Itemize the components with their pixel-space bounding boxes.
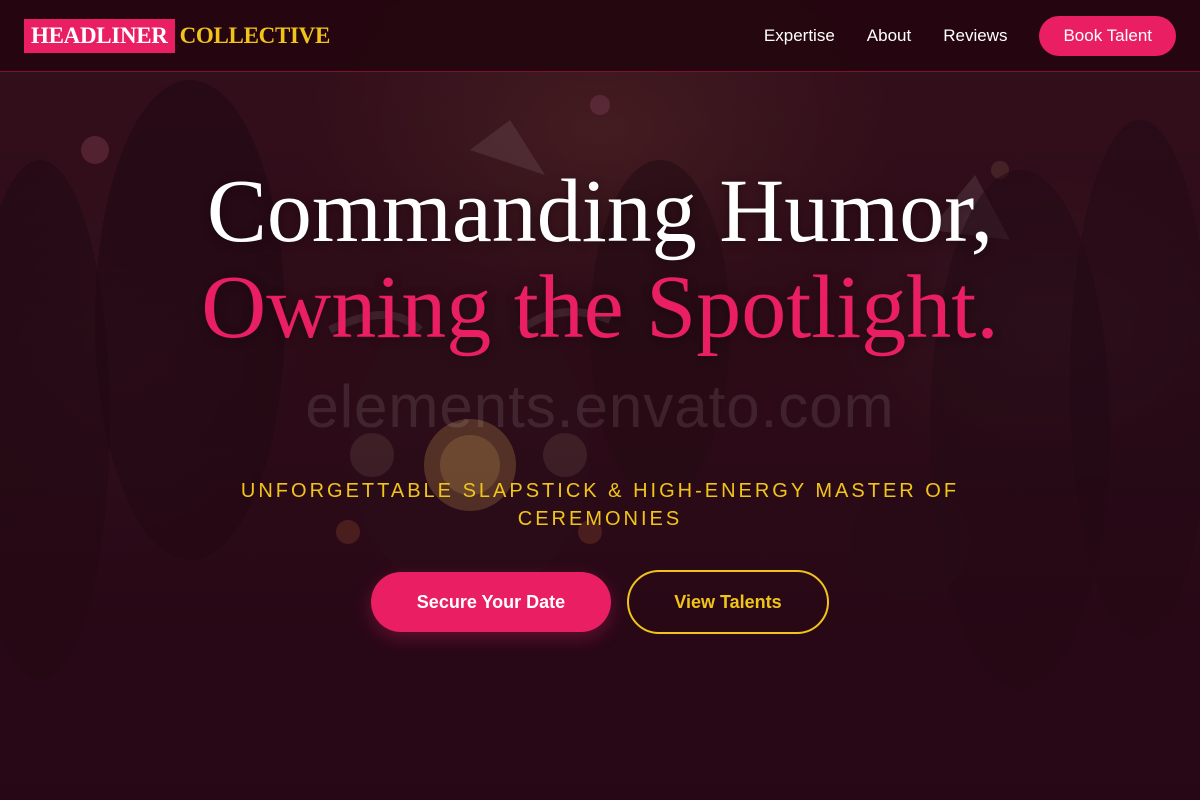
logo[interactable]: HEADLINER COLLECTIVE	[24, 18, 331, 53]
hero-headline: Commanding Humor, Owning the Spotlight.	[0, 164, 1200, 356]
logo-secondary-text: COLLECTIVE	[179, 22, 331, 48]
logo-primary-text: HEADLINER	[24, 18, 175, 53]
book-talent-button[interactable]: Book Talent	[1039, 15, 1176, 56]
hero-subtitle: Unforgettable Slapstick & High-Energy Ma…	[240, 480, 960, 530]
hero-buttons: Secure Your Date View Talents	[0, 570, 1200, 634]
headline-accent: Owning the Spotlight.	[201, 258, 999, 357]
secure-your-date-button[interactable]: Secure Your Date	[371, 572, 611, 632]
nav-link-reviews[interactable]: Reviews	[943, 26, 1007, 46]
nav-link-expertise[interactable]: Expertise	[764, 26, 835, 46]
view-talents-button[interactable]: View Talents	[627, 570, 829, 634]
site-header: HEADLINER COLLECTIVE Expertise About Rev…	[0, 0, 1200, 72]
nav-link-about[interactable]: About	[867, 26, 911, 46]
main-nav: Expertise About Reviews Book Talent	[732, 15, 1176, 56]
hero-section: Commanding Humor, Owning the Spotlight. …	[0, 72, 1200, 800]
headline-line-1: Commanding Humor,	[206, 162, 994, 261]
